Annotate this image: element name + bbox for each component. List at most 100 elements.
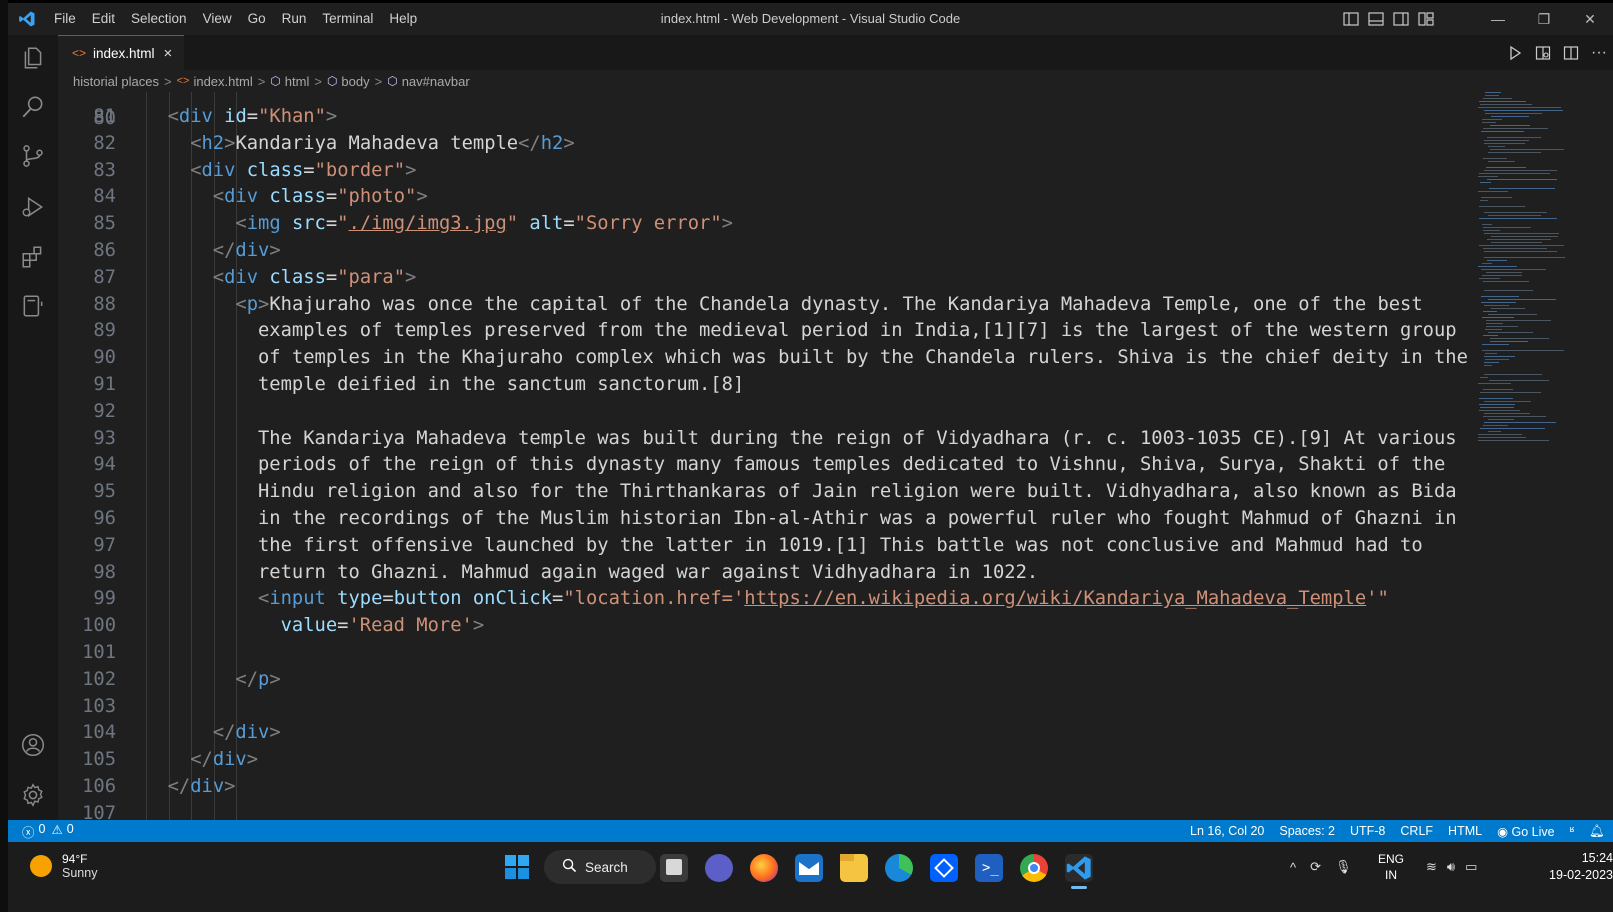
taskbar-search-button[interactable]: Search bbox=[544, 850, 656, 884]
code-token: in the recordings of the Muslim historia… bbox=[258, 508, 1457, 529]
run-debug-icon[interactable] bbox=[18, 192, 48, 222]
problems-indicator[interactable]: ⓧ 0 ⚠ 0 bbox=[8, 822, 74, 841]
more-actions-icon[interactable]: ··· bbox=[1591, 44, 1607, 62]
menu-go[interactable]: Go bbox=[240, 3, 274, 35]
sunny-icon bbox=[30, 855, 52, 877]
minimap-line bbox=[1482, 344, 1509, 345]
chevron-up-icon[interactable]: ^ bbox=[1290, 860, 1296, 875]
minimap-line bbox=[1479, 206, 1525, 207]
line-number: 104 bbox=[82, 722, 116, 744]
windows-taskbar: 94°F Sunny Search >_ ^ ⟳ 🎙︎ ENG IN ≋ 🔊︎ … bbox=[8, 842, 1613, 912]
indentation[interactable]: Spaces: 2 bbox=[1279, 824, 1335, 838]
settings-gear-icon[interactable] bbox=[18, 780, 48, 810]
tab-index-html[interactable]: <> index.html × bbox=[58, 35, 184, 70]
minimap-line bbox=[1490, 338, 1550, 339]
split-editor-icon[interactable] bbox=[1563, 45, 1579, 61]
code-token: = bbox=[337, 615, 349, 637]
code-token: div bbox=[190, 776, 225, 797]
code-token: = bbox=[382, 588, 394, 610]
breadcrumb-separator: > bbox=[314, 73, 322, 89]
menu-help[interactable]: Help bbox=[381, 3, 425, 35]
code-line: 85 <img src="./img/img3.jpg" alt="Sorry e… bbox=[58, 211, 1478, 238]
firefox-icon[interactable] bbox=[750, 854, 778, 882]
vscode-taskbar-icon[interactable] bbox=[1065, 854, 1093, 882]
clock[interactable]: 15:24 19-02-2023 bbox=[1549, 850, 1613, 884]
minimap-line bbox=[1484, 143, 1525, 144]
encoding[interactable]: UTF-8 bbox=[1350, 824, 1385, 838]
extensions-icon[interactable] bbox=[18, 242, 48, 272]
weather-widget[interactable]: 94°F Sunny bbox=[30, 852, 97, 880]
maximize-icon[interactable]: ❐ bbox=[1521, 11, 1567, 28]
open-preview-icon[interactable] bbox=[1535, 45, 1551, 61]
breadcrumb-file[interactable]: index.html bbox=[193, 74, 252, 89]
vscode-logo-icon[interactable] bbox=[8, 10, 46, 28]
code-token: h2 bbox=[201, 132, 225, 154]
go-live-button[interactable]: ◉ Go Live bbox=[1497, 824, 1554, 839]
microphone-icon[interactable]: 🎙︎ bbox=[1335, 859, 1352, 875]
minimap-line bbox=[1484, 413, 1531, 414]
chat-icon[interactable] bbox=[705, 854, 733, 882]
line-number: 107 bbox=[82, 802, 116, 820]
minimap-line bbox=[1484, 356, 1515, 357]
minimap-line bbox=[1485, 113, 1543, 114]
search-icon[interactable] bbox=[18, 92, 48, 122]
accounts-status-icon[interactable]: ʶ bbox=[1570, 824, 1575, 838]
menu-view[interactable]: View bbox=[195, 3, 240, 35]
code-line: 83 <div class="border"> bbox=[58, 158, 1478, 185]
cursor-position[interactable]: Ln 16, Col 20 bbox=[1190, 824, 1264, 838]
editor-tab-bar: <> index.html × ··· bbox=[58, 35, 1613, 70]
input-language[interactable]: ENG IN bbox=[1378, 851, 1404, 883]
edge-browser-icon[interactable] bbox=[885, 854, 913, 882]
code-line: 89 examples of temples preserved from the… bbox=[58, 318, 1478, 345]
menu-file[interactable]: File bbox=[46, 3, 84, 35]
chrome-icon[interactable] bbox=[1020, 854, 1048, 882]
toggle-panel-icon[interactable] bbox=[1368, 11, 1384, 27]
remote-explorer-icon[interactable] bbox=[18, 291, 48, 321]
minimap-line bbox=[1484, 290, 1533, 291]
language-mode[interactable]: HTML bbox=[1448, 824, 1482, 838]
end-of-line[interactable]: CRLF bbox=[1400, 824, 1433, 838]
close-icon[interactable]: ✕ bbox=[1567, 11, 1613, 28]
code-token: > bbox=[472, 615, 485, 637]
menu-selection[interactable]: Selection bbox=[123, 3, 195, 35]
minimap[interactable] bbox=[1478, 92, 1568, 452]
mail-icon[interactable] bbox=[795, 854, 823, 882]
run-icon[interactable] bbox=[1507, 45, 1523, 61]
breadcrumb-folder[interactable]: historial places bbox=[73, 74, 159, 89]
menu-terminal[interactable]: Terminal bbox=[314, 3, 381, 35]
explorer-icon[interactable] bbox=[18, 43, 48, 73]
customize-layout-icon[interactable] bbox=[1418, 11, 1434, 27]
minimize-icon[interactable]: — bbox=[1475, 11, 1521, 27]
code-token: " bbox=[506, 213, 519, 235]
search-icon bbox=[562, 858, 577, 876]
title-bar: File Edit Selection View Go Run Terminal… bbox=[8, 3, 1613, 35]
code-editor[interactable]: 80 81 <div id="Khan"> 82 <h2>Kandariya Maha… bbox=[58, 92, 1613, 820]
code-token: button bbox=[393, 588, 462, 610]
breadcrumb-body[interactable]: body bbox=[341, 74, 369, 89]
powershell-icon[interactable]: >_ bbox=[975, 854, 1003, 882]
menu-edit[interactable]: Edit bbox=[84, 3, 123, 35]
file-explorer-icon[interactable] bbox=[840, 854, 868, 882]
notifications-bell-icon[interactable]: 🔔︎ bbox=[1589, 824, 1605, 839]
tab-close-icon[interactable]: × bbox=[164, 45, 173, 62]
minimap-line bbox=[1485, 95, 1499, 96]
accounts-icon[interactable] bbox=[18, 730, 48, 760]
dropbox-icon[interactable] bbox=[930, 854, 958, 882]
menu-run[interactable]: Run bbox=[274, 3, 315, 35]
quick-settings[interactable]: ≋ 🔊︎ ▭ bbox=[1426, 842, 1477, 892]
line-number: 81 bbox=[93, 106, 116, 127]
code-token: type bbox=[337, 588, 383, 610]
breadcrumb-html[interactable]: html bbox=[285, 74, 310, 89]
minimap-line bbox=[1491, 116, 1529, 117]
source-control-icon[interactable] bbox=[18, 141, 48, 171]
network-sync-icon[interactable]: ⟳ bbox=[1310, 859, 1321, 875]
code-line: 97 the first offensive launched by the la… bbox=[58, 533, 1478, 560]
warning-icon: ⚠ bbox=[51, 822, 63, 837]
task-view-icon[interactable] bbox=[660, 854, 688, 882]
toggle-primary-sidebar-icon[interactable] bbox=[1343, 11, 1359, 27]
toggle-secondary-sidebar-icon[interactable] bbox=[1393, 11, 1409, 27]
breadcrumb-navbar[interactable]: nav#navbar bbox=[402, 74, 470, 89]
windows-start-icon[interactable] bbox=[504, 854, 532, 882]
minimap-line bbox=[1483, 248, 1548, 249]
